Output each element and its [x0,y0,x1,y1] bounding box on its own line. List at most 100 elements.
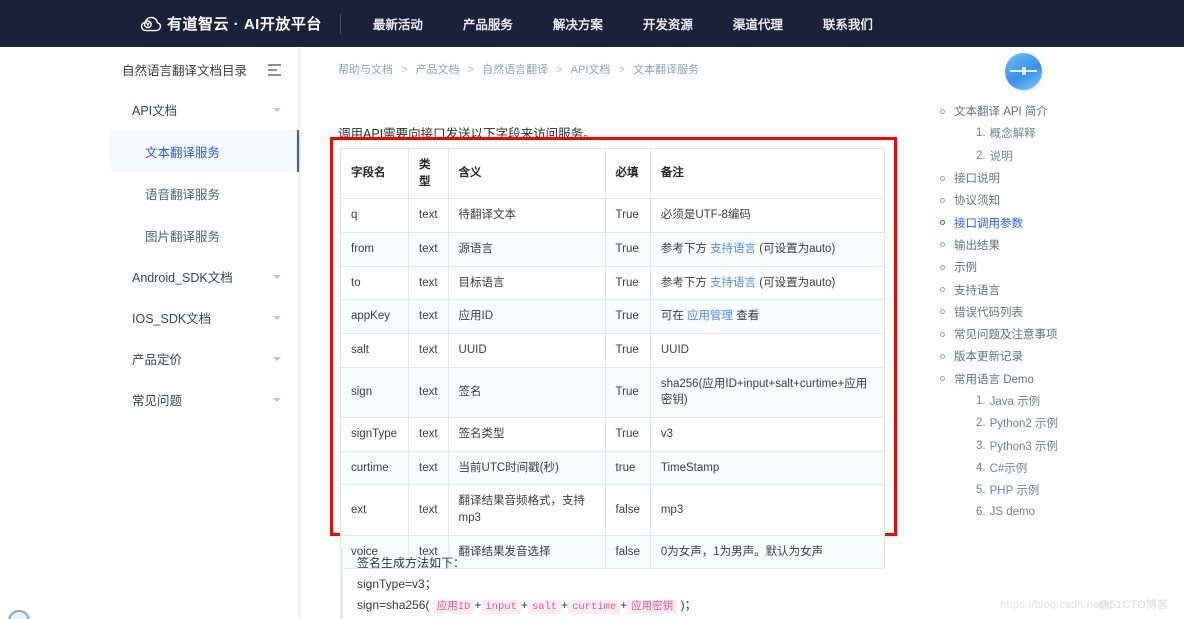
toc-subitem-description[interactable]: 2. 说明 [940,145,1170,167]
watermark: https://blog.csdn.net/q@51CTO博客 [1000,596,1168,612]
nav-item-latest-activity[interactable]: 最新活动 [373,14,423,33]
watermark-url: https://blog.csdn.net/q [1000,599,1113,611]
toc-item-supported-languages[interactable]: 支持语言 [940,278,1170,300]
sidebar-item-api-doc[interactable]: API文档 [110,89,299,130]
table-row: sign text 签名 True sha256(应用ID+input+salt… [340,366,886,419]
cell-required: True [604,198,651,234]
cell-remark: 参考下方 支持语言 (可设置为auto) [649,232,886,267]
toc-item-call-params[interactable]: 接口调用参数 [940,211,1170,233]
cell-field: q [340,198,409,234]
sidebar-item-faq[interactable]: 常见问题 [110,379,299,420]
breadcrumb-separator: > [556,64,563,76]
cell-meaning: UUID [447,333,606,368]
cell-meaning: 目标语言 [447,265,606,301]
toc-subitem-csharp-demo[interactable]: 4. C#示例 [940,457,1170,479]
nav-item-products[interactable]: 产品服务 [463,14,513,33]
note-line-signtype: signType=v3； [357,577,437,591]
cell-remark: 可在 应用管理 查看 [649,299,886,335]
code-token-appsecret: 应用密钥 [627,600,678,614]
cell-meaning: 应用ID [447,299,606,335]
sidebar-subitem-label: 图片翻译服务 [145,229,221,244]
cell-type: text [408,333,449,368]
toc-subitem-js-demo[interactable]: 6. JS demo [940,501,1170,523]
cell-remark: 必须是UTF-8编码 [649,198,886,234]
toc-item-faq-notes[interactable]: 常见问题及注意事项 [940,323,1170,345]
circle-bullet-icon [940,197,945,203]
nav-item-contact-us[interactable]: 联系我们 [823,14,873,33]
table-row: ext text 翻译结果音频格式，支持 mp3 false mp3 [340,484,886,536]
toc-item-interface-desc[interactable]: 接口说明 [940,167,1170,189]
toc-subitem-concepts[interactable]: 1. 概念解释 [940,122,1170,144]
circle-bullet-icon [940,220,945,226]
top-nav: 最新活动 产品服务 解决方案 开发资源 渠道代理 联系我们 [373,14,873,33]
breadcrumb-item-help[interactable]: 帮助与文档 [338,64,393,76]
breadcrumb-item-current: 文本翻译服务 [632,64,699,76]
toc-item-examples[interactable]: 示例 [940,256,1170,278]
toc-item-protocol-notes[interactable]: 协议须知 [940,189,1170,211]
avatar[interactable] [1005,53,1042,90]
code-token-input: input [481,600,521,614]
sidebar-item-android-sdk[interactable]: Android_SDK文档 [110,256,299,297]
cell-required: True [604,299,651,335]
code-token-salt: salt [527,600,562,614]
cell-remark: sha256(应用ID+input+salt+curtime+应用密钥) [649,366,886,419]
circle-bullet-icon [940,175,945,181]
breadcrumb-item-product-doc[interactable]: 产品文档 [416,64,460,76]
cell-type: text [408,417,449,452]
sidebar-item-pricing[interactable]: 产品定价 [110,338,299,379]
doc-sidebar: 自然语言翻译文档目录 API文档 文本翻译服务 语音翻译服务 图片翻译服务 An… [110,47,300,619]
remark-link-supported-languages[interactable]: 支持语言 [710,243,756,255]
circle-bullet-icon [940,353,945,359]
chevron-down-icon [273,397,281,402]
brand-logo-group[interactable]: 有道智云 · AI开放平台 [140,0,322,47]
toc-subitem-java-demo[interactable]: 1. Java 示例 [940,390,1170,412]
toc-subitem-python2-demo[interactable]: 2. Python2 示例 [940,412,1170,434]
sidebar-item-label: 常见问题 [132,394,183,408]
sidebar-item-voice-translate[interactable]: 语音翻译服务 [110,172,299,214]
cell-field: appKey [340,299,409,335]
toc-item-output-result[interactable]: 输出结果 [940,234,1170,256]
nav-item-solutions[interactable]: 解决方案 [553,14,603,33]
toc-item-changelog[interactable]: 版本更新记录 [940,345,1170,367]
cell-meaning: 翻译结果音频格式，支持 mp3 [447,484,606,536]
toc-subitem-php-demo[interactable]: 5. PHP 示例 [940,479,1170,501]
toc-item-error-codes[interactable]: 错误代码列表 [940,301,1170,323]
bottom-left-circle-decoration [8,610,30,619]
toc-subitem-python3-demo[interactable]: 3. Python3 示例 [940,434,1170,456]
top-header-bar: 有道智云 · AI开放平台 最新活动 产品服务 解决方案 开发资源 渠道代理 联… [0,0,1184,47]
cell-type: text [408,198,449,234]
header-divider [339,13,341,34]
note-line-sign-formula: sign=sha256( 应用ID + input + salt + curtime + 应用密… [357,598,697,614]
sidebar-item-ios-sdk[interactable]: IOS_SDK文档 [110,297,299,338]
remark-link-app-management[interactable]: 应用管理 [687,310,733,322]
cell-field: signType [340,417,409,452]
remark-link-supported-languages[interactable]: 支持语言 [710,277,756,289]
cell-remark: mp3 [649,484,886,536]
table-row: appKey text 应用ID True 可在 应用管理 查看 [340,299,886,335]
cell-meaning: 待翻译文本 [447,198,606,234]
nav-item-channel-agent[interactable]: 渠道代理 [733,14,783,33]
breadcrumb-item-api-doc[interactable]: API文档 [571,64,611,76]
breadcrumb-item-nlp-translate[interactable]: 自然语言翻译 [482,64,548,76]
table-row: from text 源语言 True 参考下方 支持语言 (可设置为auto) [340,232,886,267]
cloud-y-logo-icon [140,16,162,31]
page-root: 有道智云 · AI开放平台 最新活动 产品服务 解决方案 开发资源 渠道代理 联… [0,0,1184,619]
sidebar-item-label: IOS_SDK文档 [132,312,212,326]
list-indent-icon[interactable] [268,63,281,76]
sidebar-header: 自然语言翻译文档目录 [110,47,299,89]
chevron-down-icon [273,274,281,279]
sidebar-item-text-translate[interactable]: 文本翻译服务 [110,130,299,172]
sidebar-item-image-translate[interactable]: 图片翻译服务 [110,214,299,256]
toc-item-demos[interactable]: 常用语言 Demo [940,368,1170,390]
sidebar-item-label: Android_SDK文档 [132,271,233,285]
brand-name: 有道智云 · AI开放平台 [167,16,322,33]
code-token-curtime: curtime [568,600,621,614]
nav-item-dev-resources[interactable]: 开发资源 [643,14,693,33]
circle-bullet-icon [940,376,945,382]
table-row: signType text 签名类型 True v3 [340,417,886,452]
watermark-tag: @51CTO博客 [1098,599,1169,611]
sidebar-subitem-label: 语音翻译服务 [145,187,221,202]
sidebar-group-api-doc: API文档 文本翻译服务 语音翻译服务 图片翻译服务 [110,89,299,256]
toc-item-api-intro[interactable]: 文本翻译 API 简介 [940,100,1170,122]
cell-field: from [340,232,409,267]
